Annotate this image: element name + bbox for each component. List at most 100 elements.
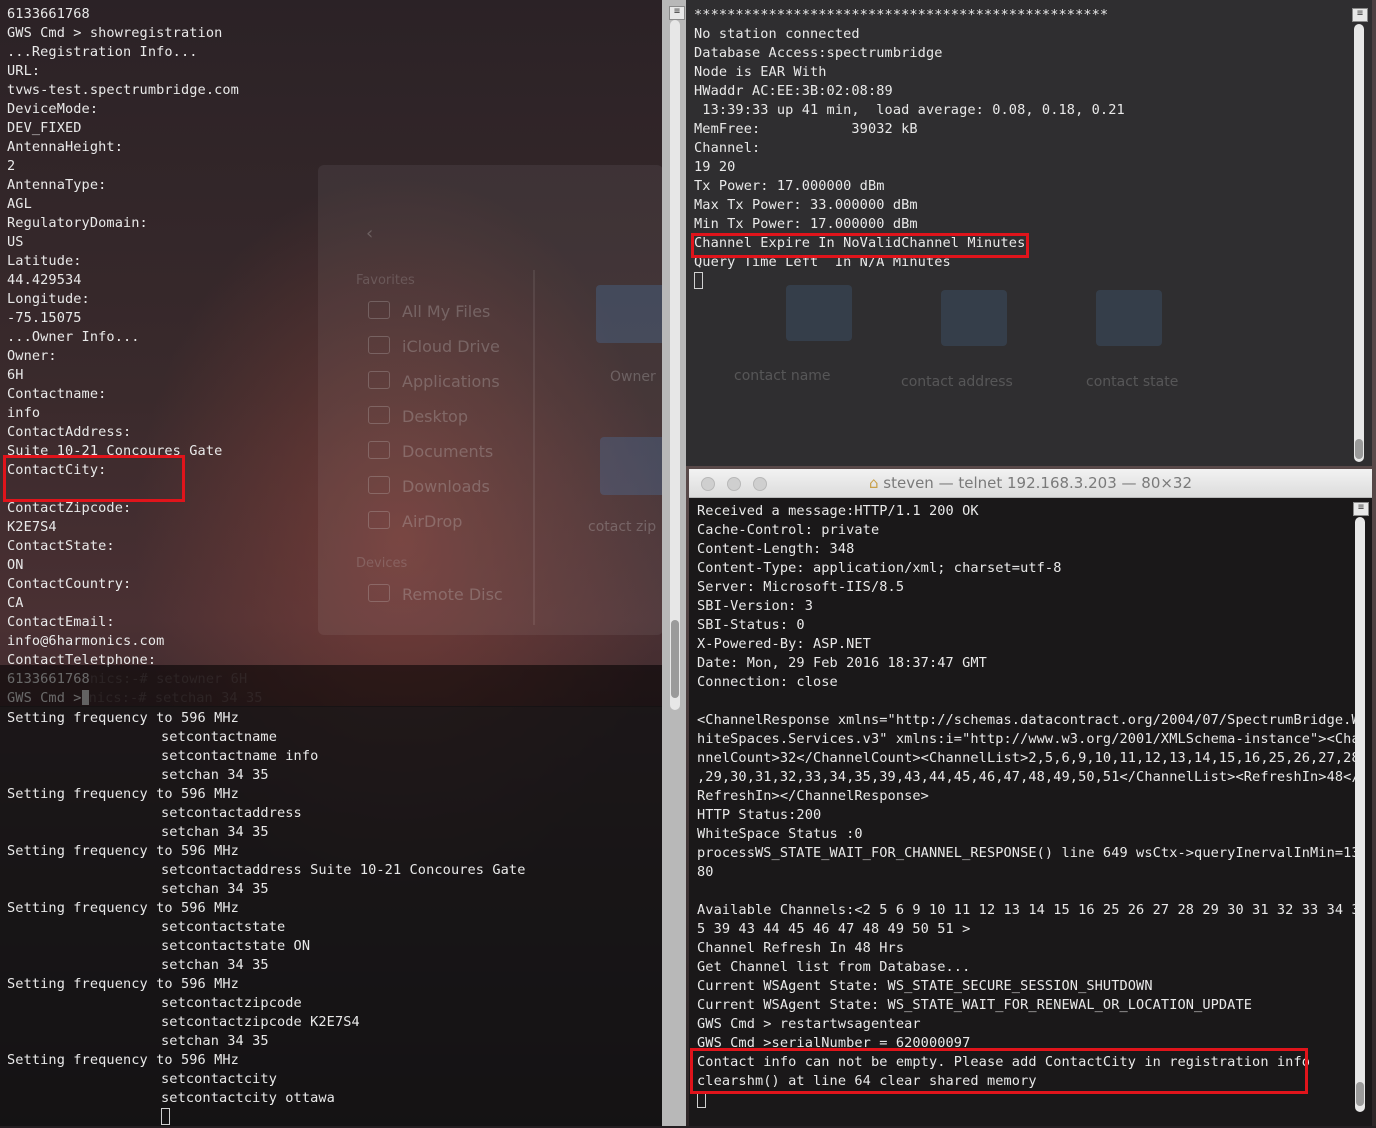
terminal-line: Channel Refresh In 48 Hrs	[697, 940, 905, 956]
folder-icon	[600, 437, 670, 495]
terminal-line: GWS Cmd > showregistration	[7, 25, 223, 41]
terminal-line: -75.15075	[7, 310, 82, 326]
telnet-scrollbar-thumb[interactable]	[1356, 1082, 1364, 1106]
folder-icon	[786, 285, 852, 341]
cursor-icon	[161, 1108, 170, 1125]
terminal-line: US	[7, 234, 24, 250]
terminal-line: URL:	[7, 63, 41, 79]
scroll-split-icon[interactable]: ≡	[1352, 8, 1368, 22]
terminal-line: setcontactname	[161, 729, 277, 745]
folder-icon	[941, 290, 1007, 346]
sidebar-item-all-my-files: All My Files	[368, 301, 490, 321]
terminal-line: setcontactcity	[161, 1071, 277, 1087]
left-scrollbar[interactable]	[670, 20, 680, 710]
terminal-line: 44.429534	[7, 272, 82, 288]
highlight-contactcity	[3, 455, 185, 502]
cursor-line	[694, 272, 1125, 291]
left-terminal-log: Setting frequency to 596 MHz setcontactna…	[7, 709, 526, 1127]
terminal-line: hiteSpaces.Services.v3" xmlns:i="http://…	[697, 731, 1360, 747]
sidebar-item-remote-disc: Remote Disc	[368, 584, 503, 604]
terminal-line: ...Owner Info...	[7, 329, 140, 345]
downloads-icon	[368, 476, 390, 494]
terminal-line: AntennaHeight:	[7, 139, 123, 155]
terminal-line: ContactEmail:	[7, 614, 115, 630]
terminal-line: processWS_STATE_WAIT_FOR_CHANNEL_RESPONS…	[697, 845, 1360, 861]
highlight-channel-expire	[691, 233, 1029, 258]
scroll-split-icon[interactable]: ≡	[1353, 502, 1369, 516]
terminal-line: setchan 34 35	[161, 957, 269, 973]
terminal-line: SBI-Status: 0	[697, 617, 805, 633]
documents-icon	[368, 441, 390, 459]
desktop-icon	[368, 406, 390, 424]
terminal-line: setcontactzipcode	[161, 995, 302, 1011]
terminal-line: 6H	[7, 367, 24, 383]
devices-heading: Devices	[356, 556, 408, 571]
terminal-line: Cache-Control: private	[697, 522, 880, 538]
terminal-line: RefreshIn></ChannelResponse>	[697, 788, 929, 804]
right-top-scrollbar-thumb[interactable]	[1355, 439, 1363, 459]
overlay-strip	[0, 665, 662, 707]
terminal-line: ...Registration Info...	[7, 44, 198, 60]
folder-icon	[1096, 290, 1162, 346]
terminal-line: setchan 34 35	[161, 767, 269, 783]
terminal-line: Content-Type: application/xml; charset=u…	[697, 560, 1062, 576]
home-icon: ⌂	[868, 474, 879, 492]
terminal-line: Date: Mon, 29 Feb 2016 18:37:47 GMT	[697, 655, 987, 671]
terminal-line: Max Tx Power: 33.000000 dBm	[694, 197, 918, 213]
terminal-line: setcontactcity ottawa	[161, 1090, 335, 1106]
terminal-line: 2	[7, 158, 16, 174]
terminal-line: ContactState:	[7, 538, 115, 554]
telnet-terminal-window[interactable]: ⌂ steven — telnet 192.168.3.203 — 80×32 …	[689, 469, 1372, 1126]
scroll-split-icon[interactable]: ≡	[669, 6, 685, 20]
folder-icon	[596, 285, 666, 343]
cloud-icon	[368, 336, 390, 354]
terminal-line: Tx Power: 17.000000 dBm	[694, 178, 885, 194]
terminal-line: Owner:	[7, 348, 57, 364]
terminal-line: 80	[697, 864, 714, 880]
terminal-line: Setting frequency to 596 MHz	[7, 843, 239, 859]
terminal-line: info	[7, 405, 41, 421]
terminal-line: setcontactzipcode K2E7S4	[161, 1014, 360, 1030]
sidebar-item-downloads: Downloads	[368, 476, 490, 496]
highlight-contact-error	[690, 1048, 1308, 1094]
left-terminal-bottom-pane[interactable]: Setting frequency to 596 MHz setcontactna…	[0, 706, 662, 1126]
sidebar-item-applications: Applications	[368, 371, 500, 391]
terminal-line: <ChannelResponse xmlns="http://schemas.d…	[697, 712, 1360, 728]
terminal-line: GWS Cmd > restartwsagentear	[697, 1016, 921, 1032]
left-scrollbar-thumb[interactable]	[671, 620, 679, 698]
terminal-line: Setting frequency to 596 MHz	[7, 1052, 239, 1068]
applications-icon	[368, 371, 390, 389]
sidebar-item-icloud-drive: iCloud Drive	[368, 336, 500, 356]
terminal-line: ON	[7, 557, 24, 573]
window-titlebar[interactable]: ⌂ steven — telnet 192.168.3.203 — 80×32	[689, 469, 1372, 498]
terminal-line: 13:39:33 up 41 min, load average: 0.08, …	[694, 102, 1125, 118]
folder-label-contact-state: contact state	[1086, 374, 1179, 390]
terminal-line: setchan 34 35	[161, 1033, 269, 1049]
terminal-line: 5 39 43 44 45 46 47 48 49 50 51 >	[697, 921, 971, 937]
terminal-line: AGL	[7, 196, 32, 212]
window-title: ⌂ steven — telnet 192.168.3.203 — 80×32	[868, 474, 1193, 492]
terminal-line: ContactCountry:	[7, 576, 132, 592]
terminal-line: DeviceMode:	[7, 101, 99, 117]
terminal-line: Content-Length: 348	[697, 541, 855, 557]
airdrop-icon	[368, 511, 390, 529]
favorites-heading: Favorites	[356, 273, 415, 288]
terminal-line: Available Channels:<2 5 6 9 10 11 12 13 …	[697, 902, 1360, 918]
terminal-line: ContactAddress:	[7, 424, 132, 440]
terminal-line: ,29,30,31,32,33,34,35,39,43,44,45,46,47,…	[697, 769, 1360, 785]
terminal-line: Latitude:	[7, 253, 82, 269]
back-arrow-icon: ‹	[366, 223, 374, 244]
terminal-line: SBI-Version: 3	[697, 598, 813, 614]
terminal-line: MemFree: 39032 kB	[694, 121, 918, 137]
right-top-scrollbar[interactable]	[1354, 24, 1364, 462]
terminal-line: No station connected	[694, 26, 860, 42]
folder-label-zip: cotact zip	[588, 519, 657, 535]
disc-icon	[368, 584, 390, 602]
terminal-line: Setting frequency to 596 MHz	[7, 900, 239, 916]
terminal-line: Current WSAgent State: WS_STATE_WAIT_FOR…	[697, 997, 1253, 1013]
terminal-line: nnelCount>32</ChannelCount><ChannelList>…	[697, 750, 1360, 766]
telnet-scrollbar[interactable]	[1355, 517, 1365, 1112]
terminal-line: CA	[7, 595, 24, 611]
